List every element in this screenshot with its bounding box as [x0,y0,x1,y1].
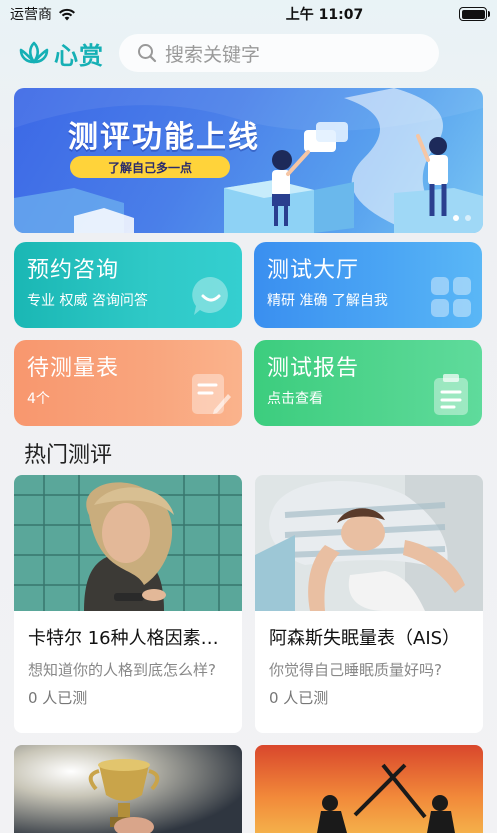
chat-bubble-icon [192,276,228,315]
search-input[interactable]: 搜索关键字 [119,34,439,72]
status-bar: 运营商 上午 11:07 [0,0,497,28]
card-subtitle: 专业 权威 咨询问答 [27,293,148,309]
battery-icon [459,7,490,21]
banner-pagination [453,215,471,221]
clipboard-icon [434,374,468,415]
test-count: 0 人已测 [28,689,88,707]
test-card[interactable] [14,745,242,833]
test-thumbnail [14,475,242,611]
test-card[interactable]: 阿森斯失眠量表（AIS） 你觉得自己睡眠质量好吗? 0 人已测 [255,475,483,733]
pending-scales-card[interactable]: 待测量表 4个 [14,340,242,426]
card-title: 预约咨询 [27,258,120,283]
search-icon [138,44,157,63]
card-title: 测试大厅 [267,258,360,283]
status-time: 上午 11:07 [285,7,364,23]
card-subtitle: 点击查看 [267,391,323,407]
trophy-thumbnail [14,745,242,833]
appointment-consult-card[interactable]: 预约咨询 专业 权威 咨询问答 [14,242,242,328]
test-title: 阿森斯失眠量表（AIS） [269,628,461,649]
promo-banner[interactable]: 测评功能上线 了解自己多一点 [14,88,483,233]
banner-dot[interactable] [453,215,459,221]
test-hall-card[interactable]: 测试大厅 精研 准确 了解自我 [254,242,482,328]
test-description: 想知道你的人格到底怎么样? [28,661,216,679]
banner-pill: 了解自己多一点 [70,156,230,178]
test-card[interactable]: 卡特尔 16种人格因素问卷 想知道你的人格到底怎么样? 0 人已测 [14,475,242,733]
lotus-logo-icon [19,41,49,63]
sword-fight-thumbnail [255,745,483,833]
logo-text: 心赏 [54,42,104,70]
banner-dot[interactable] [465,215,471,221]
banner-title: 测评功能上线 [68,120,260,155]
card-title: 测试报告 [267,356,360,381]
test-report-card[interactable]: 测试报告 点击查看 [254,340,482,426]
search-placeholder: 搜索关键字 [165,43,261,66]
card-subtitle: 精研 准确 了解自我 [267,293,388,309]
test-description: 你觉得自己睡眠质量好吗? [269,661,442,679]
grid-icon [431,277,471,317]
edit-document-icon [192,374,231,414]
app-logo[interactable]: 心赏 [18,36,104,71]
test-card[interactable] [255,745,483,833]
card-subtitle: 4个 [27,391,50,407]
card-title: 待测量表 [27,356,120,381]
test-count: 0 人已测 [269,689,329,707]
header: 心赏 搜索关键字 [0,32,497,74]
section-title: 热门测评 [24,443,113,468]
test-title: 卡特尔 16种人格因素问卷 [28,628,232,649]
test-thumbnail [255,475,483,611]
